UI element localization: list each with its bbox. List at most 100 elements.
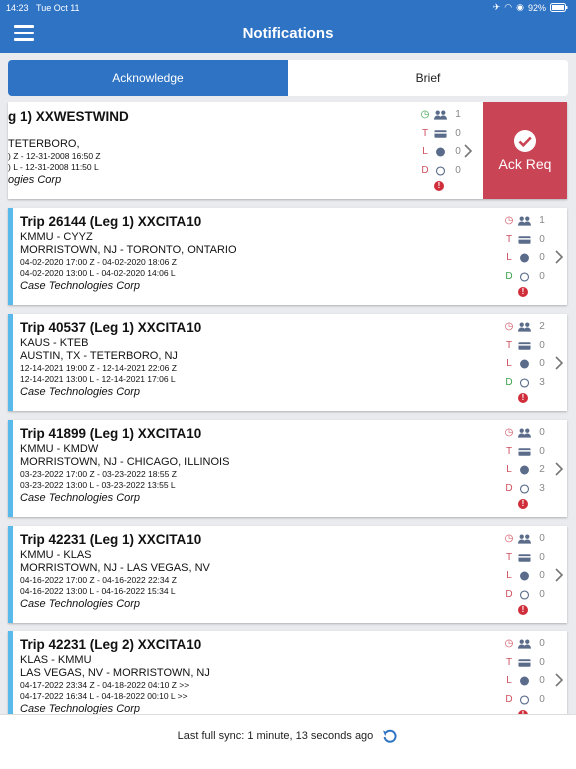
segmented-control: Acknowledge Brief bbox=[8, 60, 568, 96]
refresh-icon[interactable] bbox=[382, 728, 398, 744]
ack-req-button[interactable]: Ack Req bbox=[483, 102, 567, 199]
alert-icon: ! bbox=[518, 605, 528, 615]
trip-airports: KMMU - KMDW bbox=[20, 443, 99, 455]
page-title: Notifications bbox=[242, 25, 334, 42]
crew-icon bbox=[518, 216, 531, 226]
clock-icon: ◷ bbox=[504, 321, 514, 332]
trip-cities: LAS VEGAS, NV - MORRISTOWN, NJ bbox=[20, 667, 210, 679]
trip-local-times: 03-23-2022 13:00 L - 03-23-2022 13:55 L bbox=[20, 480, 176, 490]
notification-card[interactable]: Trip 40537 (Leg 1) XXCITA10 KAUS - KTEB … bbox=[8, 314, 567, 411]
wifi-icon: ◠ bbox=[504, 2, 513, 12]
filled-circle-icon bbox=[520, 253, 529, 263]
alert-icon: ! bbox=[518, 393, 528, 403]
trip-company: Case Technologies Corp bbox=[20, 703, 141, 714]
crew-icon bbox=[434, 110, 447, 120]
trip-stats: ◷ 0 T 0 L 0 D 0 ! bbox=[504, 635, 549, 714]
clock-icon: ◷ bbox=[504, 427, 514, 438]
empty-circle-icon bbox=[519, 271, 530, 282]
trip-airports: KAUS - KTEB bbox=[20, 337, 89, 349]
empty-circle-icon bbox=[519, 589, 530, 600]
trip-airports: KLAS - KMMU bbox=[20, 654, 92, 666]
alert-icon: ! bbox=[518, 287, 528, 297]
trip-title: Trip 40537 (Leg 1) XXCITA10 bbox=[20, 320, 202, 335]
clock-icon: ◷ bbox=[504, 638, 514, 649]
trip-company: Case Technologies Corp bbox=[20, 492, 141, 504]
trip-cities: MORRISTOWN, NJ - CHICAGO, ILLINOIS bbox=[20, 456, 230, 468]
filled-circle-icon bbox=[520, 676, 529, 686]
trip-stats: ◷ 0 T 0 L 0 D 0 ! bbox=[504, 533, 545, 615]
airplane-icon: ✈ bbox=[492, 2, 501, 12]
clock-icon: ◷ bbox=[504, 215, 514, 226]
chevron-right-icon[interactable] bbox=[463, 144, 473, 158]
status-bar-stripe bbox=[8, 208, 13, 305]
trip-zulu-times: 03-23-2022 17:00 Z - 03-23-2022 18:55 Z bbox=[20, 469, 177, 479]
trip-cities: MORRISTOWN, NJ - LAS VEGAS, NV bbox=[20, 562, 210, 574]
crew-icon bbox=[518, 428, 531, 438]
chevron-right-icon[interactable] bbox=[554, 673, 564, 687]
card-icon bbox=[518, 447, 531, 456]
trip-stats: ◷ 0 T 0 L 2 D 3 ! bbox=[504, 427, 545, 509]
battery-percent: 92% bbox=[527, 2, 546, 13]
trip-cities: TETERBORO, bbox=[8, 138, 80, 150]
notification-card[interactable]: Trip 42231 (Leg 2) XXCITA10 KLAS - KMMU … bbox=[8, 631, 567, 714]
trip-zulu-times: 04-16-2022 17:00 Z - 04-16-2022 22:34 Z bbox=[20, 575, 177, 585]
filled-circle-icon bbox=[436, 147, 445, 157]
trip-zulu-times: 04-02-2020 17:00 Z - 04-02-2020 18:06 Z bbox=[20, 257, 177, 267]
notification-card[interactable]: Trip 41899 (Leg 1) XXCITA10 KMMU - KMDW … bbox=[8, 420, 567, 517]
trip-cities: AUSTIN, TX - TETERBORO, NJ bbox=[20, 350, 178, 362]
trip-title: Trip 26144 (Leg 1) XXCITA10 bbox=[20, 214, 202, 229]
tab-acknowledge[interactable]: Acknowledge bbox=[8, 60, 288, 96]
tab-brief[interactable]: Brief bbox=[288, 60, 568, 96]
trip-company: ogies Corp bbox=[8, 174, 62, 186]
trip-company: Case Technologies Corp bbox=[20, 386, 141, 398]
status-bar: 14:23 Tue Oct 11 ✈ ◠ ◉ 92% bbox=[0, 0, 576, 15]
trip-zulu-times: ) Z - 12-31-2008 16:50 Z bbox=[8, 151, 101, 161]
notification-card-swiped[interactable]: g 1) XXWESTWIND TETERBORO, ) Z - 12-31-2… bbox=[8, 102, 567, 199]
empty-circle-icon bbox=[519, 694, 530, 705]
chevron-right-icon[interactable] bbox=[554, 250, 564, 264]
nav-bar: Notifications bbox=[0, 15, 576, 53]
trip-title: Trip 42231 (Leg 1) XXCITA10 bbox=[20, 532, 202, 547]
chevron-right-icon[interactable] bbox=[554, 568, 564, 582]
card-icon bbox=[518, 341, 531, 350]
trip-local-times: 04-17-2022 16:34 L - 04-18-2022 00:10 L … bbox=[20, 691, 188, 701]
trip-airports: KMMU - CYYZ bbox=[20, 231, 93, 243]
lock-rotation-icon: ◉ bbox=[516, 2, 524, 12]
trip-company: Case Technologies Corp bbox=[20, 280, 141, 292]
card-icon bbox=[518, 553, 531, 562]
trip-local-times: 12-14-2021 13:00 L - 12-14-2021 17:06 L bbox=[20, 374, 176, 384]
trip-airports: KMMU - KLAS bbox=[20, 549, 92, 561]
trip-stats: ◷ 1 T 0 L 0 D 0 ! bbox=[504, 215, 545, 297]
filled-circle-icon bbox=[520, 359, 529, 369]
trip-cities: MORRISTOWN, NJ - TORONTO, ONTARIO bbox=[20, 244, 237, 256]
chevron-right-icon[interactable] bbox=[554, 462, 564, 476]
trip-zulu-times: 04-17-2022 23:34 Z - 04-18-2022 04:10 Z … bbox=[20, 680, 190, 690]
status-icons: ✈ ◠ ◉ 92% bbox=[493, 2, 568, 13]
notification-card[interactable]: Trip 42231 (Leg 1) XXCITA10 KMMU - KLAS … bbox=[8, 526, 567, 623]
trip-local-times: 04-16-2022 13:00 L - 04-16-2022 15:34 L bbox=[20, 586, 176, 596]
notification-list[interactable]: g 1) XXWESTWIND TETERBORO, ) Z - 12-31-2… bbox=[0, 102, 576, 714]
clock-icon: ◷ bbox=[420, 109, 430, 120]
trip-local-times: ) L - 12-31-2008 11:50 L bbox=[8, 162, 99, 172]
chevron-right-icon[interactable] bbox=[554, 356, 564, 370]
last-sync-text: Last full sync: 1 minute, 13 seconds ago bbox=[177, 729, 374, 742]
trip-stats: ◷ 2 T 0 L 0 D 3 ! bbox=[504, 321, 545, 403]
crew-icon bbox=[518, 639, 531, 649]
card-icon bbox=[434, 129, 447, 138]
trip-stats: ◷ 1 T 0 L 0 D 0 ! bbox=[420, 109, 461, 191]
trip-company: Case Technologies Corp bbox=[20, 598, 141, 610]
status-time: 14:23 Tue Oct 11 bbox=[6, 3, 80, 13]
sync-footer: Last full sync: 1 minute, 13 seconds ago bbox=[0, 714, 576, 769]
card-icon bbox=[518, 658, 531, 667]
card-icon bbox=[518, 235, 531, 244]
empty-circle-icon bbox=[519, 377, 530, 388]
notification-card[interactable]: Trip 26144 (Leg 1) XXCITA10 KMMU - CYYZ … bbox=[8, 208, 567, 305]
empty-circle-icon bbox=[435, 165, 446, 176]
trip-title: Trip 41899 (Leg 1) XXCITA10 bbox=[20, 426, 202, 441]
crew-icon bbox=[518, 534, 531, 544]
status-bar-stripe bbox=[8, 420, 13, 517]
status-bar-stripe bbox=[8, 631, 13, 714]
alert-icon: ! bbox=[518, 499, 528, 509]
status-bar-stripe bbox=[8, 526, 13, 623]
status-bar-stripe bbox=[8, 314, 13, 411]
